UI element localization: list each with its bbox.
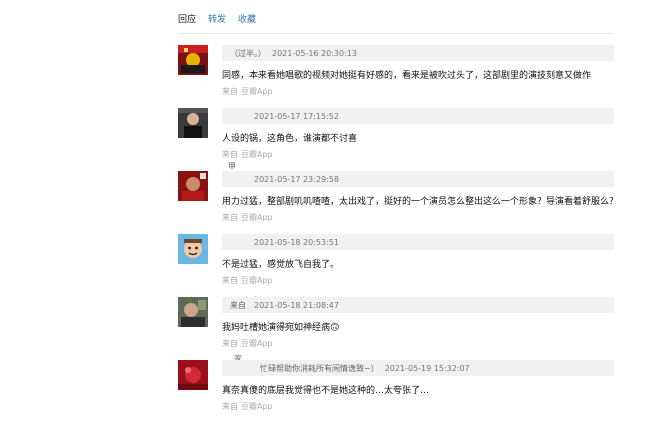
comment-text-body: 我妈吐槽她演得宛如神经病 [222, 323, 331, 333]
comment-tabs: 回应 转发 收藏 [178, 12, 268, 25]
comment-time: 2021-05-16 20:30:13 [272, 48, 357, 58]
tabs-divider [178, 33, 614, 34]
source-app-link[interactable]: 豆瓣App [241, 213, 273, 222]
source-label: 来自 [222, 276, 238, 285]
comment-text: 人设的锅，这角色，谁演都不讨喜 [222, 134, 358, 144]
comment-time: 2021-05-18 20:53:51 [254, 237, 339, 247]
comment-time: 2021-05-17 23:29:58 [254, 174, 339, 184]
comment-author[interactable]: 忙碌帮助你消耗所有闲情逸致~） [260, 363, 379, 374]
comment-source: 来自 豆瓣App [222, 275, 273, 286]
tab-repost[interactable]: 转发 [208, 12, 226, 25]
comment-item: 甲 2021-05-17 23:29:58 用力过猛，整部剧叽叽喳喳，太出戏了，… [178, 162, 618, 231]
comment-meta: 忙碌帮助你消耗所有闲情逸致~） 2021-05-19 15:32:07 [222, 360, 614, 376]
comment-text: 用力过猛，整部剧叽叽喳喳，太出戏了，挺好的一个演员怎么整出这么一个形象？导演看着… [222, 197, 619, 207]
source-app-link[interactable]: 豆瓣App [241, 402, 273, 411]
comment-source: 来自 豆瓣App [222, 212, 273, 223]
source-app-link[interactable]: 豆瓣App [241, 87, 273, 96]
comment-time: 2021-05-17 17:15:52 [254, 111, 339, 121]
avatar[interactable] [178, 171, 208, 201]
comment-text: 不是过猛，感觉放飞自我了。 [222, 260, 340, 270]
comment-item: 自 来自 2021-05-18 21:08:47 我妈吐槽她演得宛如神经病🙃 来… [178, 296, 614, 357]
comment-item: 2021-05-18 20:53:51 不是过猛，感觉放飞自我了。 来自 豆瓣Ap… [178, 234, 614, 294]
comment-time: 2021-05-18 21:08:47 [254, 300, 339, 310]
comment-meta: 来自 2021-05-18 21:08:47 [222, 297, 614, 313]
source-label: 来自 [222, 339, 238, 348]
comment-time: 2021-05-19 15:32:07 [384, 363, 470, 373]
comment-item: 家 忙碌帮助你消耗所有闲情逸致~） 2021-05-19 15:32:07 真奈… [178, 354, 614, 420]
source-app-link[interactable]: 豆瓣App [241, 276, 273, 285]
avatar[interactable] [178, 108, 208, 138]
tab-collect[interactable]: 收藏 [238, 12, 256, 25]
comment-author[interactable]: 来自 [230, 300, 248, 311]
avatar[interactable] [178, 234, 208, 264]
comment-source: 来自 豆瓣App [222, 401, 273, 412]
comment-text: 我妈吐槽她演得宛如神经病🙃 [222, 320, 339, 333]
tab-reply[interactable]: 回应 [178, 12, 196, 25]
comment-item: （过半。） 2021-05-16 20:30:13 同感，本来看她唱歌的视频对她… [178, 45, 614, 105]
comment-meta: 2021-05-17 17:15:52 [222, 108, 614, 124]
comment-source: 来自 豆瓣App [222, 149, 273, 160]
avatar[interactable] [178, 360, 208, 390]
source-label: 来自 [222, 150, 238, 159]
comment-source: 来自 豆瓣App [222, 338, 273, 349]
source-app-link[interactable]: 豆瓣App [241, 339, 273, 348]
source-label: 来自 [222, 213, 238, 222]
upside-down-face-icon: 🙃 [330, 323, 340, 333]
avatar[interactable] [178, 297, 208, 327]
comment-author[interactable]: （过半。） [230, 48, 266, 59]
comment-text: 真奈真傻的底层我觉得也不是她这种的…太夸张了… [222, 386, 430, 396]
comment-meta: 2021-05-18 20:53:51 [222, 234, 614, 250]
comment-source: 来自 豆瓣App [222, 86, 273, 97]
source-app-link[interactable]: 豆瓣App [241, 150, 273, 159]
source-label: 来自 [222, 87, 238, 96]
comment-item: 2021-05-17 17:15:52 人设的锅，这角色，谁演都不讨喜 来自 豆瓣… [178, 108, 614, 168]
comment-meta: 2021-05-17 23:29:58 [222, 171, 614, 187]
avatar[interactable] [178, 45, 208, 75]
comment-text: 同感，本来看她唱歌的视频对她挺有好感的，看来是被吹过头了，这部剧里的演技刻意又做… [222, 71, 592, 81]
source-label: 来自 [222, 402, 238, 411]
comment-meta: （过半。） 2021-05-16 20:30:13 [222, 45, 614, 61]
